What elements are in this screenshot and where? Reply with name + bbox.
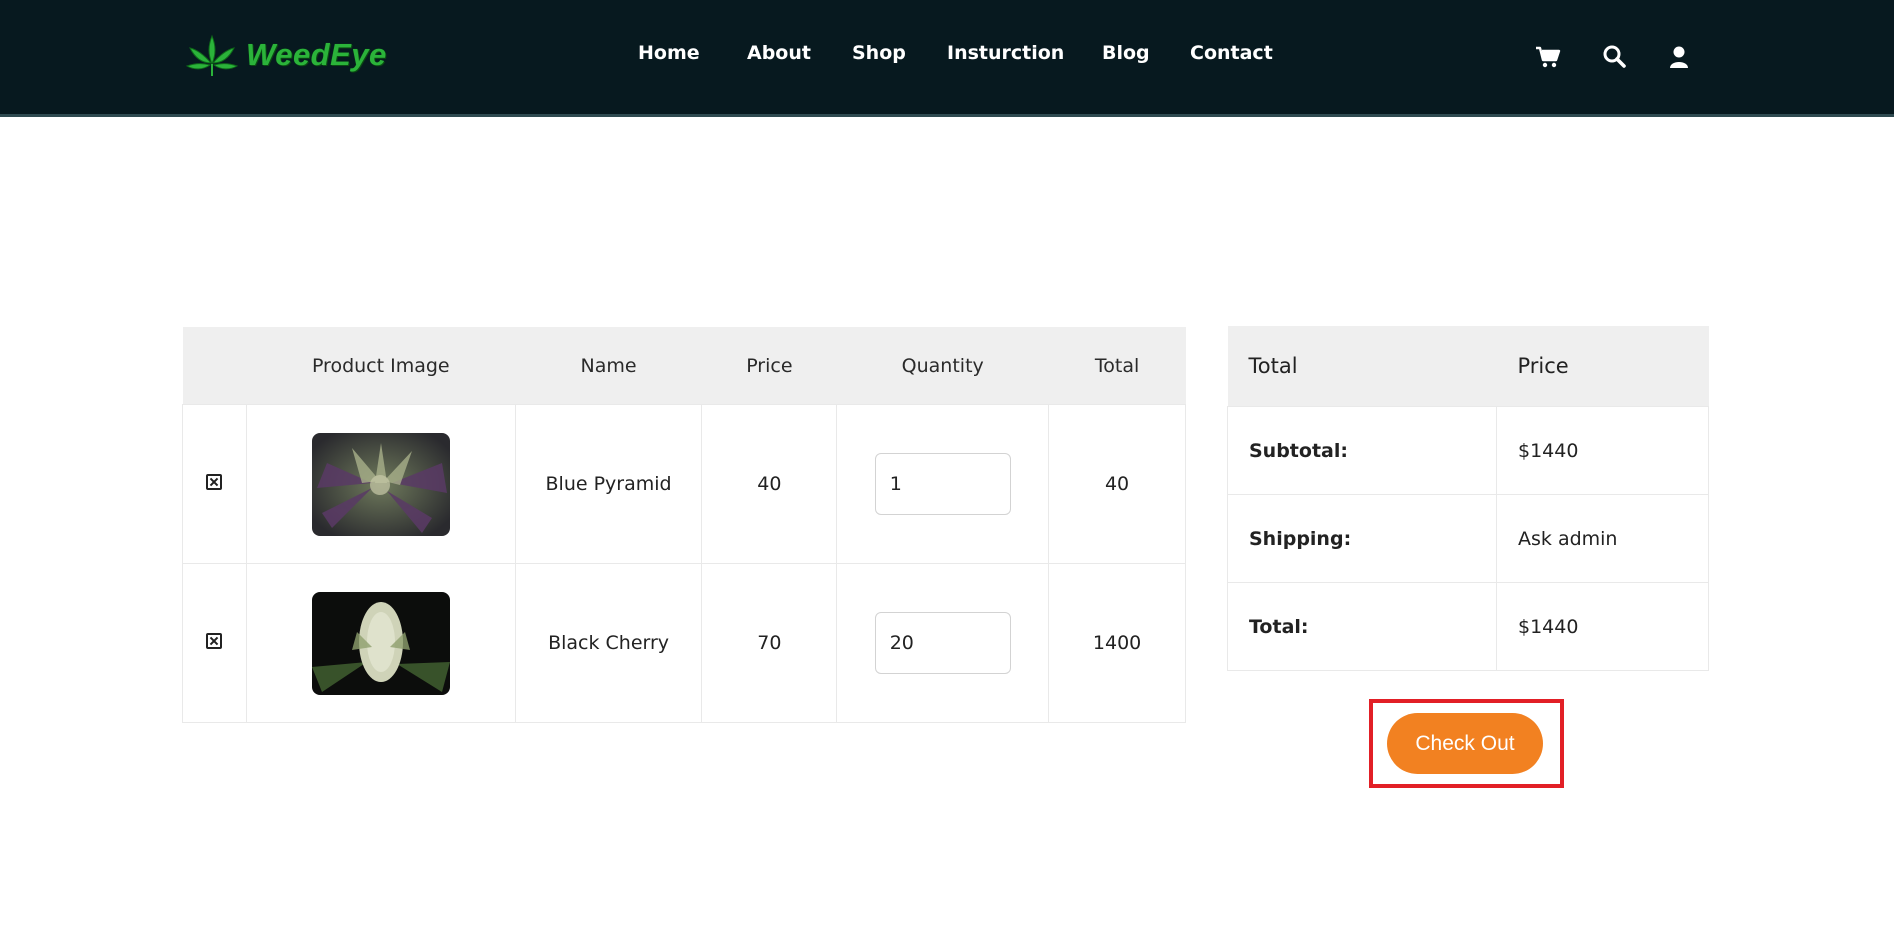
nav-instruction[interactable]: Insturction xyxy=(947,42,1064,64)
quantity-cell xyxy=(836,404,1050,564)
nav-shop[interactable]: Shop xyxy=(852,42,906,64)
shipping-label: Shipping: xyxy=(1227,494,1497,583)
product-name-cell: Black Cherry xyxy=(514,563,703,723)
column-header-name: Name xyxy=(515,327,702,405)
total-value: $1440 xyxy=(1496,582,1709,671)
site-header: WeedEye Home About Shop Insturction Blog… xyxy=(0,0,1894,117)
column-header-remove xyxy=(182,327,247,405)
cart-row: Blue Pyramid 40 40 xyxy=(182,404,1186,564)
totals-row-shipping: Shipping: Ask admin xyxy=(1227,494,1709,583)
product-price-cell: 70 xyxy=(701,563,838,723)
cart-totals-table: Total Price Subtotal: $1440 Shipping: As… xyxy=(1227,326,1709,671)
cannabis-leaf-icon xyxy=(185,34,239,76)
cart-row: Black Cherry 70 1400 xyxy=(182,563,1186,723)
totals-row-subtotal: Subtotal: $1440 xyxy=(1227,406,1709,495)
cart-table: Product Image Name Price Quantity Total xyxy=(182,327,1186,723)
row-total-cell: 1400 xyxy=(1048,563,1186,723)
nav-blog[interactable]: Blog xyxy=(1102,42,1150,64)
quantity-input[interactable] xyxy=(874,612,1011,674)
shipping-value: Ask admin xyxy=(1496,494,1709,583)
user-icon[interactable] xyxy=(1666,44,1692,70)
remove-cell xyxy=(182,404,247,564)
nav-about[interactable]: About xyxy=(747,42,811,64)
product-name-cell: Blue Pyramid xyxy=(514,404,703,564)
checkout-button[interactable]: Check Out xyxy=(1387,713,1543,774)
column-header-quantity: Quantity xyxy=(836,327,1049,405)
cart-icon[interactable] xyxy=(1535,44,1561,70)
remove-item-icon[interactable] xyxy=(206,633,223,649)
brand-logo[interactable]: WeedEye xyxy=(184,32,387,78)
totals-header: Total Price xyxy=(1227,326,1709,407)
product-image-cell xyxy=(245,404,516,564)
blue-pyramid-plant-image xyxy=(311,432,450,536)
total-label: Total: xyxy=(1227,582,1497,671)
remove-cell xyxy=(182,563,247,723)
subtotal-label: Subtotal: xyxy=(1227,406,1497,495)
brand-name: WeedEye xyxy=(246,37,387,72)
search-icon[interactable] xyxy=(1602,44,1628,70)
quantity-cell xyxy=(836,563,1050,723)
subtotal-value: $1440 xyxy=(1496,406,1709,495)
totals-header-price: Price xyxy=(1496,326,1709,407)
product-image-cell xyxy=(245,563,516,723)
product-price-cell: 40 xyxy=(701,404,838,564)
column-header-price: Price xyxy=(701,327,837,405)
nav-home[interactable]: Home xyxy=(638,42,700,64)
nav-contact[interactable]: Contact xyxy=(1190,42,1273,64)
cart-table-header: Product Image Name Price Quantity Total xyxy=(182,327,1186,405)
column-header-total: Total xyxy=(1048,327,1186,405)
quantity-input[interactable] xyxy=(874,453,1011,515)
remove-item-icon[interactable] xyxy=(206,474,223,490)
black-cherry-bud-image xyxy=(311,591,450,695)
totals-row-total: Total: $1440 xyxy=(1227,582,1709,671)
row-total-cell: 40 xyxy=(1048,404,1186,564)
column-header-product-image: Product Image xyxy=(246,327,516,405)
totals-header-total: Total xyxy=(1227,326,1497,407)
checkout-highlight: Check Out xyxy=(1369,699,1564,788)
